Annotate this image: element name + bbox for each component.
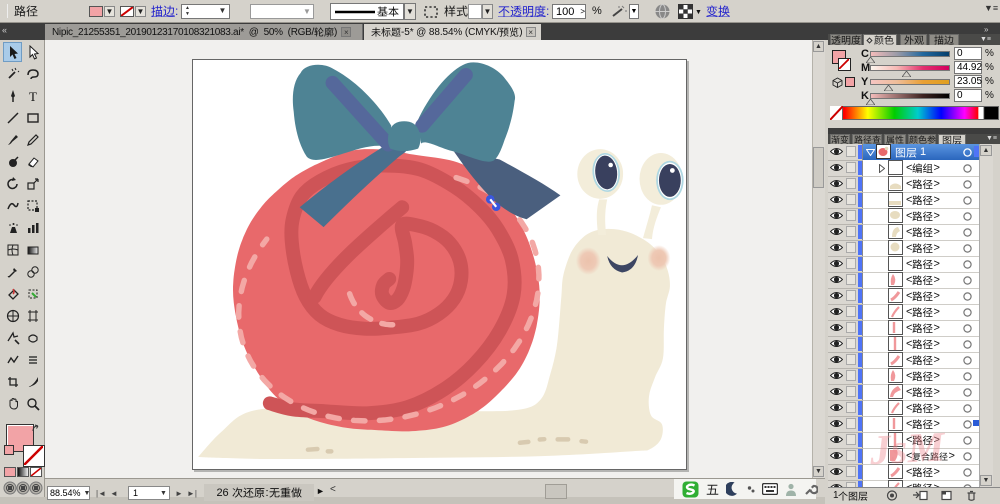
svg-text:T: T xyxy=(29,89,37,104)
